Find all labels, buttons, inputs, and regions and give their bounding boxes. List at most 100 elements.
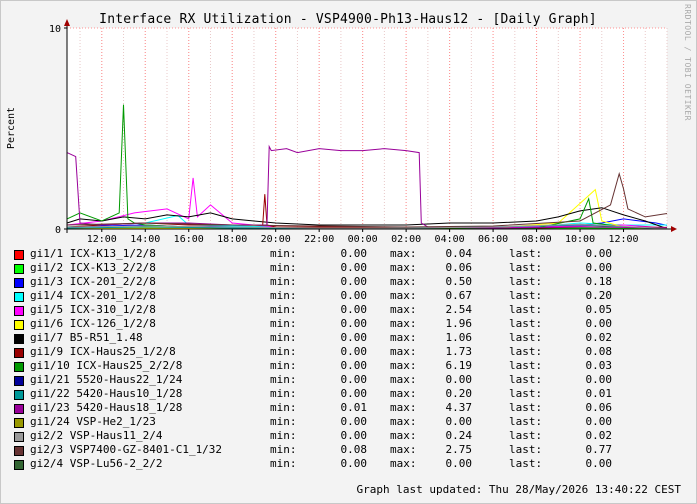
legend-max-value: 0.06 bbox=[445, 261, 473, 274]
legend-max-label: max: bbox=[390, 345, 417, 358]
x-tick-label: 12:00 bbox=[608, 234, 638, 245]
legend-max-value: 2.75 bbox=[445, 443, 473, 456]
x-tick-label: 08:00 bbox=[522, 234, 552, 245]
legend-swatch bbox=[14, 250, 24, 260]
legend-max-label: max: bbox=[390, 401, 417, 414]
legend-row: gi1/6 ICX-126_1/2/8 min: 0.00 max: 1.96 last:… bbox=[14, 317, 684, 331]
legend-max-value: 0.50 bbox=[445, 275, 473, 288]
legend-row: gi1/7 B5-R51_1.48 min: 0.00 max: 1.06 last: 0.… bbox=[14, 331, 684, 345]
legend-max-label: max: bbox=[390, 261, 417, 274]
legend-last-value: 0.08 bbox=[585, 345, 613, 358]
legend-max-label: max: bbox=[390, 247, 417, 260]
legend-series-name: gi1/21 5520-Haus22_1/24 bbox=[30, 373, 183, 386]
legend-max-label: max: bbox=[390, 289, 417, 302]
legend-min-label: min: bbox=[270, 443, 297, 456]
legend-last-label: last: bbox=[509, 275, 543, 288]
legend-max-label: max: bbox=[390, 443, 417, 456]
legend-swatch bbox=[14, 362, 24, 372]
plot-area bbox=[67, 28, 667, 229]
legend-max-value: 0.00 bbox=[445, 415, 473, 428]
legend-swatch bbox=[14, 306, 24, 316]
legend-max-value: 0.67 bbox=[445, 289, 473, 302]
legend-swatch bbox=[14, 292, 24, 302]
legend-series-name: gi1/6 ICX-126_1/2/8 bbox=[30, 317, 156, 330]
legend-series-name: gi2/3 VSP7400-GZ-8401-C1_1/32 bbox=[30, 443, 223, 456]
legend-min-label: min: bbox=[270, 359, 297, 372]
legend-row: gi1/5 ICX-310_1/2/8 min: 0.00 max: 2.54 last:… bbox=[14, 303, 684, 317]
legend-last-value: 0.00 bbox=[585, 261, 613, 274]
legend-last-label: last: bbox=[509, 415, 543, 428]
legend-row: gi1/22 5420-Haus10_1/28 min: 0.00 max: 0.20 l… bbox=[14, 387, 684, 401]
legend-row: gi1/23 5420-Haus18_1/28 min: 0.01 max: 4.37 l… bbox=[14, 401, 684, 415]
x-tick-label: 06:00 bbox=[478, 234, 508, 245]
legend-series-name: gi1/2 ICX-K13_2/2/8 bbox=[30, 261, 156, 274]
legend-series-name: gi1/1 ICX-K13_1/2/8 bbox=[30, 247, 156, 260]
x-tick-label: 22:00 bbox=[304, 234, 334, 245]
legend-max-value: 1.06 bbox=[445, 331, 473, 344]
legend-min-label: min: bbox=[270, 345, 297, 358]
legend-last-label: last: bbox=[509, 359, 543, 372]
legend-last-value: 0.03 bbox=[585, 359, 613, 372]
legend-last-label: last: bbox=[509, 429, 543, 442]
legend-last-label: last: bbox=[509, 303, 543, 316]
legend-min-value: 0.00 bbox=[340, 261, 368, 274]
x-tick-label: 00:00 bbox=[348, 234, 378, 245]
last-updated-text: Graph last updated: Thu 28/May/2026 13:4… bbox=[356, 483, 681, 496]
legend-max-value: 2.54 bbox=[445, 303, 473, 316]
legend-min-value: 0.00 bbox=[340, 457, 368, 470]
legend-row: gi2/3 VSP7400-GZ-8401-C1_1/32 min: 0.08 max… bbox=[14, 443, 684, 457]
legend-swatch bbox=[14, 460, 24, 470]
legend-min-value: 0.00 bbox=[340, 387, 368, 400]
legend-last-label: last: bbox=[509, 289, 543, 302]
legend-last-label: last: bbox=[509, 401, 543, 414]
legend-min-label: min: bbox=[270, 289, 297, 302]
legend-min-value: 0.00 bbox=[340, 415, 368, 428]
y-axis-arrow bbox=[64, 19, 70, 26]
legend-max-value: 6.19 bbox=[445, 359, 473, 372]
legend-min-value: 0.00 bbox=[340, 331, 368, 344]
legend-max-value: 0.00 bbox=[445, 373, 473, 386]
legend-row: gi1/10 ICX-Haus25_2/2/8 min: 0.00 max: 6.19 l… bbox=[14, 359, 684, 373]
legend-max-label: max: bbox=[390, 373, 417, 386]
legend-swatch bbox=[14, 264, 24, 274]
legend-last-value: 0.20 bbox=[585, 289, 613, 302]
legend-max-label: max: bbox=[390, 415, 417, 428]
legend-max-label: max: bbox=[390, 457, 417, 470]
legend-min-value: 0.00 bbox=[340, 373, 368, 386]
legend-max-value: 1.96 bbox=[445, 317, 473, 330]
legend-series-name: gi1/3 ICX-201_2/2/8 bbox=[30, 275, 156, 288]
rrdtool-watermark: RRDTOOL / TOBI OETIKER bbox=[683, 4, 692, 121]
legend-min-label: min: bbox=[270, 317, 297, 330]
legend-last-value: 0.05 bbox=[585, 303, 613, 316]
legend-min-value: 0.00 bbox=[340, 247, 368, 260]
legend-last-value: 0.02 bbox=[585, 429, 613, 442]
legend-min-label: min: bbox=[270, 275, 297, 288]
legend-series-name: gi2/2 VSP-Haus11_2/4 bbox=[30, 429, 163, 442]
legend-max-label: max: bbox=[390, 387, 417, 400]
legend-min-label: min: bbox=[270, 415, 297, 428]
legend-swatch bbox=[14, 446, 24, 456]
legend-swatch bbox=[14, 278, 24, 288]
legend-row: gi2/2 VSP-Haus11_2/4 min: 0.00 max: 0.24 last… bbox=[14, 429, 684, 443]
legend-last-label: last: bbox=[509, 331, 543, 344]
legend-min-value: 0.00 bbox=[340, 303, 368, 316]
legend-last-value: 0.00 bbox=[585, 247, 613, 260]
x-tick-label: 12:00 bbox=[87, 234, 117, 245]
legend-series-name: gi1/24 VSP-He2_1/23 bbox=[30, 415, 156, 428]
legend-series-name: gi1/22 5420-Haus10_1/28 bbox=[30, 387, 183, 400]
legend-swatch bbox=[14, 376, 24, 386]
legend-min-label: min: bbox=[270, 303, 297, 316]
legend-max-value: 4.37 bbox=[445, 401, 473, 414]
x-tick-label: 14:00 bbox=[130, 234, 160, 245]
legend-min-label: min: bbox=[270, 429, 297, 442]
chart-title: Interface RX Utilization - VSP4900-Ph13-… bbox=[99, 12, 597, 27]
legend-last-value: 0.01 bbox=[585, 387, 613, 400]
legend-swatch bbox=[14, 320, 24, 330]
legend-max-value: 0.24 bbox=[445, 429, 473, 442]
legend-min-value: 0.01 bbox=[340, 401, 368, 414]
legend-min-value: 0.00 bbox=[340, 345, 368, 358]
legend-max-label: max: bbox=[390, 429, 417, 442]
legend-last-label: last: bbox=[509, 317, 543, 330]
legend-series-name: gi1/5 ICX-310_1/2/8 bbox=[30, 303, 156, 316]
legend-last-label: last: bbox=[509, 457, 543, 470]
